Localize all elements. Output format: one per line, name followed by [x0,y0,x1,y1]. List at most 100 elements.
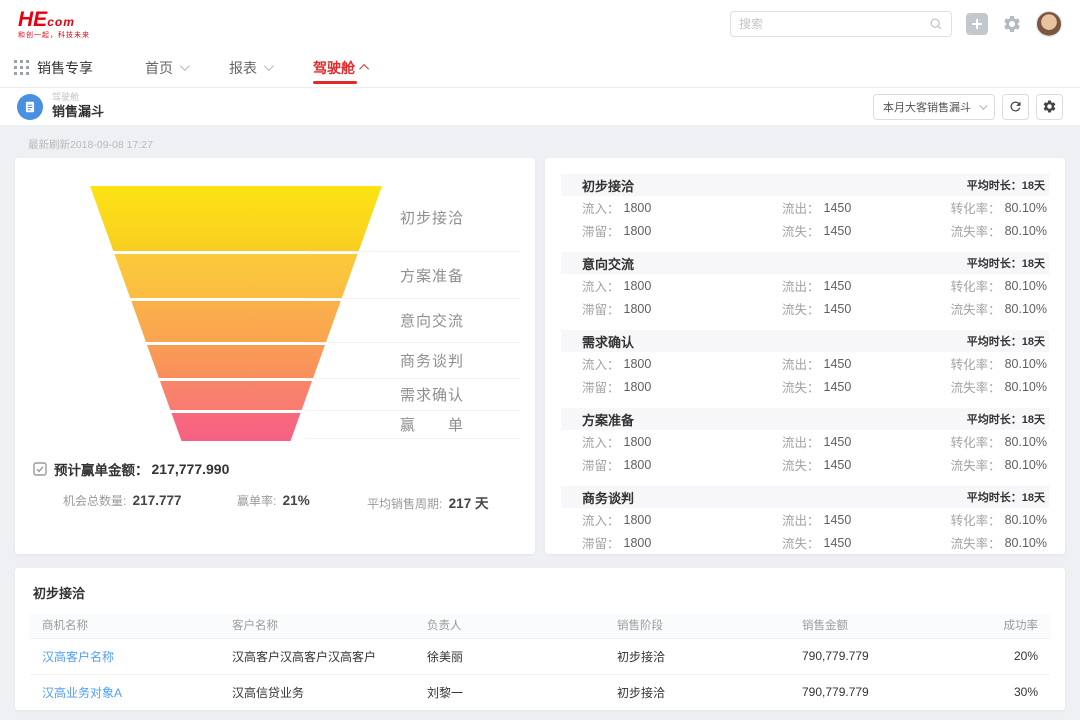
stage-stat-label: 流出： [782,276,820,295]
stage-stat-value: 1450 [824,435,852,449]
stage-duration-label: 平均时长： [967,336,1022,348]
stage-stat-value: 1800 [624,357,652,371]
funnel-stage-label-row: 商务谈判 [305,343,520,379]
stage-duration-label: 平均时长： [967,414,1022,426]
card-settings-button[interactable] [1036,94,1063,120]
stage-section-header: 意向交流平均时长：18天 [561,252,1049,274]
stage-stat: 流失： 1450 [761,453,941,476]
table-cell: 初步接洽 [605,674,790,710]
stage-stat-label: 滞留： [582,377,620,396]
stage-stat: 流入：1800 [561,196,761,219]
stage-section-0: 初步接洽平均时长：18天流入：1800流出：1450转化率：80.10%滞留：1… [561,174,1049,242]
stage-stat-value: 1800 [624,279,652,293]
stage-duration: 平均时长：18天 [967,333,1047,349]
stage-stat: 流失率：80.10% [941,531,1049,554]
stage-stat-label: 流失： [782,299,820,318]
stage-section-3: 方案准备平均时长：18天流入：1800流出：1450转化率：80.10%滞留：1… [561,408,1049,476]
stage-stat-label: 流入： [582,198,620,217]
opportunity-link[interactable]: 汉高客户名称 [30,638,220,674]
stage-stat-label: 流入： [582,276,620,295]
stage-stats-grid: 流入：1800流出：1450转化率：80.10%滞留：1800流失：1450流失… [561,508,1049,554]
nav-tab-0[interactable]: 首页 [145,48,187,88]
funnel-selector[interactable]: 本月大客销售漏斗 [873,94,995,120]
expected-amount-value: 217,777.990 [152,461,230,477]
stage-stat-value: 80.10% [1005,279,1047,293]
stage-stat: 滞留：1800 [561,453,761,476]
stage-stat: 流失：1450 [761,375,941,398]
stage-stat-label: 流出： [782,510,820,529]
nav-tab-1[interactable]: 报表 [229,48,271,88]
stage-section-header: 需求确认 平均时长：18天 [561,330,1049,352]
stage-stat: 转化率：80.10% [941,508,1049,531]
settings-gear-button[interactable] [1002,14,1022,34]
refresh-button[interactable] [1002,94,1029,120]
table-cell: 初步接洽 [605,638,790,674]
stage-stat: 转化率：80.10% [941,430,1049,453]
funnel-segment-5[interactable] [171,413,300,441]
stage-stats-grid: 流入：1800流出：1450转化率：80.10%滞留：1800流失：1450流失… [561,196,1049,242]
apps-grid-icon[interactable] [14,60,29,75]
metric-value: 217 天 [449,496,489,511]
stage-stat-label: 滞留： [582,455,620,474]
funnel-stage-label-row: 意向交流 [305,299,520,343]
stage-duration-value: 18天 [1022,414,1045,426]
table-cell: 790,779.779 [790,674,960,710]
global-search[interactable] [730,11,952,37]
stage-stat: 流入：1800 [561,508,761,531]
opportunity-link[interactable]: 汉高业务对象A [30,674,220,710]
stage-stat-value: 1800 [624,224,652,238]
stage-stat-value: 1450 [824,458,852,472]
table-col-header: 销售阶段 [605,613,790,638]
stage-stats-grid: 流入：1800流出：1450转化率：80.10%滞留：1800流失：1450流失… [561,352,1049,398]
opportunity-table-card: 初步接洽 商机名称客户名称负责人销售阶段销售金额成功率 汉高客户名称汉高客户汉高… [15,568,1065,710]
table-col-header: 负责人 [415,613,605,638]
stage-stat-value: 1800 [624,513,652,527]
chevron-down-icon [180,61,190,71]
add-button[interactable] [966,13,988,35]
stage-section-1: 意向交流平均时长：18天流入：1800流出：1450转化率：80.10%滞留：1… [561,252,1049,320]
stage-stat: 转化率： 80.10% [941,274,1049,297]
chevron-up-icon [359,64,369,74]
table-col-header: 销售金额 [790,613,960,638]
stage-section-title: 需求确认 [582,332,634,351]
funnel-segment-4[interactable] [160,381,312,410]
stage-stats-grid: 流入：1800流出：1450转化率：80.10%滞留：1800流失：1450流失… [561,274,1049,320]
stage-stat-value: 1800 [624,435,652,449]
metric-label: 机会总数量: [63,494,130,508]
stage-stat-value: 1450 [824,201,852,215]
table-cell: 汉高客户汉高客户汉高客户 [220,638,415,674]
stage-stat-value: 80.10% [1005,302,1047,316]
stage-stat-label: 流失率： [951,455,1001,474]
metric-value: 217.777 [133,493,182,508]
checkbox-icon[interactable] [33,462,47,476]
stage-stat-label: 流失： [782,455,820,474]
stage-stat-value: 80.10% [1005,201,1047,215]
table-col-header: 客户名称 [220,613,415,638]
stage-section-header: 商务谈判平均时长：18天 [561,486,1049,508]
funnel-segment-3[interactable] [147,345,325,378]
funnel-selector-value: 本月大客销售漏斗 [883,99,971,115]
table-cell: 790,779.779 [790,638,960,674]
page-title: 销售漏斗 [52,105,104,119]
stage-stat: 流出： 1450 [761,196,941,219]
stage-stat-label: 转化率： [951,276,1001,295]
stage-stat-label: 转化率： [951,432,1001,451]
stage-duration-label: 平均时长： [967,180,1022,192]
stage-stat-label: 流入： [582,432,620,451]
stage-duration: 平均时长：18天 [967,411,1047,427]
stage-stat: 滞留：1800 [561,531,761,554]
stage-stat-value: 80.10% [1005,224,1047,238]
user-avatar[interactable] [1036,11,1062,37]
stage-duration: 平均时长：18天 [967,489,1047,505]
stage-stat: 流失率：80.10% [941,219,1049,242]
app-label: 销售专享 [37,58,93,78]
stage-stat-value: 1450 [824,302,852,316]
stage-stat-label: 流失率： [951,533,1001,552]
search-input[interactable] [739,17,929,31]
stage-stat-label: 流出： [782,198,820,217]
expected-amount-label: 预计赢单金额： [54,459,149,479]
stage-stat-value: 80.10% [1005,357,1047,371]
metric-label: 平均销售周期: [367,497,446,511]
stage-stat-label: 流入： [582,354,620,373]
nav-tab-2[interactable]: 驾驶舱 [313,48,369,88]
